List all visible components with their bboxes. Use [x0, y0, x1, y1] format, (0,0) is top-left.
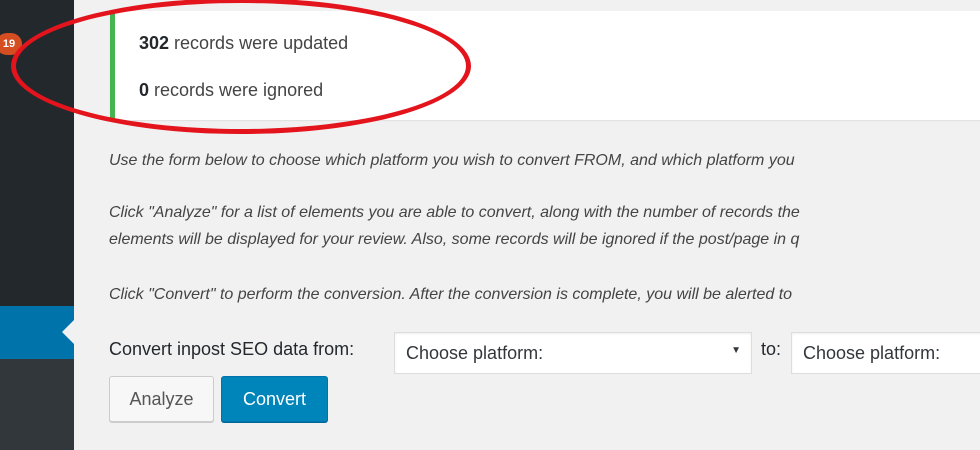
active-menu-arrow-icon: [62, 320, 74, 344]
from-platform-value: Choose platform:: [406, 343, 544, 363]
ignored-text: records were ignored: [149, 80, 324, 100]
instruction-analyze-line2: elements will be displayed for your revi…: [109, 231, 800, 248]
ignored-message: 0 records were ignored: [139, 80, 323, 101]
updated-message: 302 records were updated: [139, 33, 348, 54]
from-platform-select[interactable]: Choose platform: ▼: [394, 332, 752, 374]
admin-sidebar: 19: [0, 0, 74, 450]
analyze-button[interactable]: Analyze: [109, 376, 214, 422]
to-platform-select[interactable]: Choose platform:: [791, 332, 980, 374]
dropdown-caret-icon: ▼: [731, 345, 741, 356]
updated-text: records were updated: [169, 33, 349, 53]
instruction-analyze-line1: Click "Analyze" for a list of elements y…: [109, 204, 800, 221]
to-platform-value: Choose platform:: [803, 343, 941, 363]
instruction-platforms: Use the form below to choose which platf…: [109, 152, 795, 169]
sidebar-submenu: [0, 359, 74, 450]
instruction-convert: Click "Convert" to perform the conversio…: [109, 286, 793, 303]
from-label: Convert inpost SEO data from:: [109, 339, 355, 359]
instruction-analyze: Click "Analyze" for a list of elements y…: [109, 199, 800, 253]
to-label: to:: [761, 339, 782, 359]
success-notice: 302 records were updated 0 records were …: [110, 11, 980, 120]
update-count-badge: 19: [0, 33, 22, 55]
ignored-count: 0: [139, 80, 150, 100]
convert-button[interactable]: Convert: [221, 376, 328, 422]
updated-count: 302: [139, 33, 170, 53]
